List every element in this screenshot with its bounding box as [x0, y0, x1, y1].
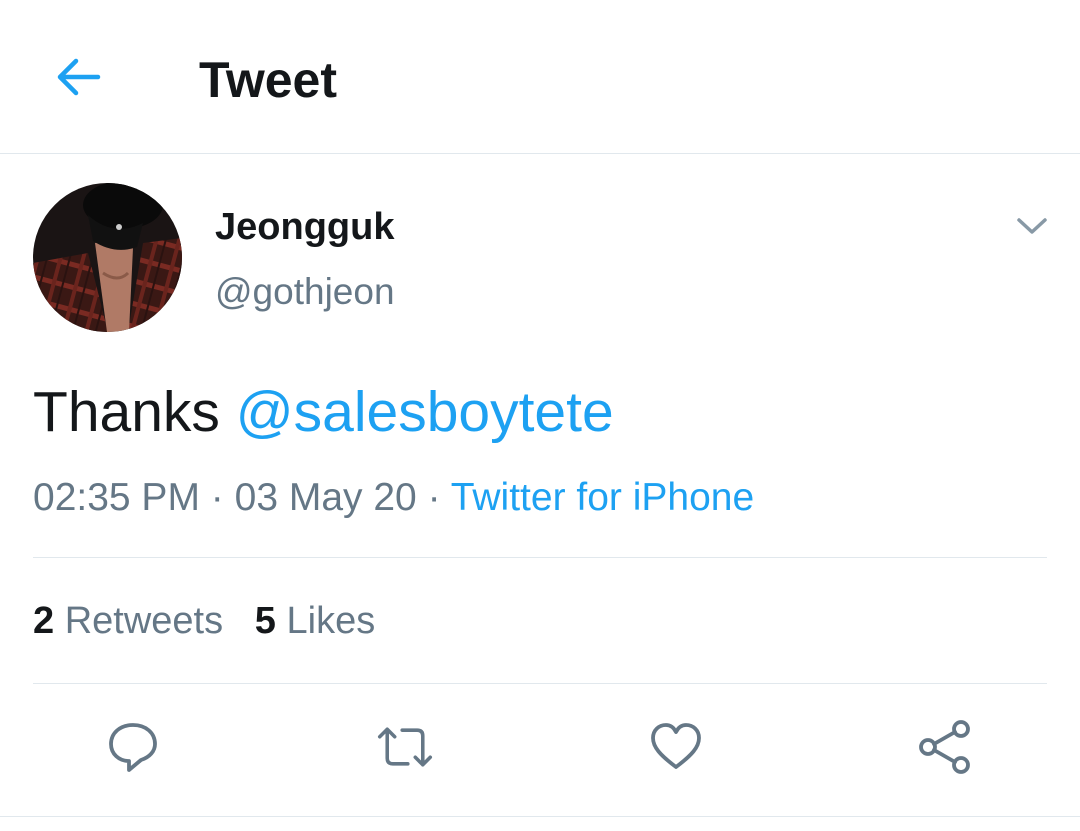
- divider: [33, 683, 1047, 684]
- tweet-date: 03 May 20: [234, 476, 417, 519]
- share-button[interactable]: [916, 718, 974, 776]
- app-header: Tweet: [0, 0, 1080, 154]
- avatar-photo: [33, 183, 182, 332]
- back-arrow-icon: [57, 58, 101, 96]
- likes-stat[interactable]: 5 Likes: [255, 600, 375, 642]
- retweets-count: 2: [33, 600, 55, 642]
- author-name[interactable]: Jeongguk: [215, 205, 394, 249]
- avatar[interactable]: [33, 183, 182, 332]
- tweet-source-link[interactable]: Twitter for iPhone: [451, 476, 754, 519]
- retweets-label: Retweets: [64, 600, 224, 642]
- meta-separator: ·: [427, 476, 441, 519]
- reply-button[interactable]: [104, 718, 162, 776]
- tweet-options-button[interactable]: [1012, 208, 1052, 244]
- reply-icon: [109, 723, 157, 772]
- likes-label: Likes: [286, 600, 376, 642]
- tweet-time: 02:35 PM: [33, 476, 200, 519]
- tweet-body: Thanks: [33, 380, 220, 444]
- like-button[interactable]: [647, 718, 705, 776]
- tweet-stats: 2 Retweets 5 Likes: [33, 598, 375, 644]
- mention-link[interactable]: @salesboytete: [236, 380, 614, 444]
- chevron-down-icon: [1017, 218, 1047, 234]
- retweet-button[interactable]: [376, 718, 434, 776]
- page-title: Tweet: [199, 52, 337, 108]
- meta-separator: ·: [210, 476, 224, 519]
- tweet-meta: 02:35 PM · 03 May 20 · Twitter for iPhon…: [33, 475, 754, 521]
- back-button[interactable]: [48, 50, 106, 104]
- retweet-icon: [377, 727, 433, 767]
- share-icon: [919, 720, 970, 774]
- author-handle[interactable]: @gothjeon: [215, 270, 395, 314]
- tweet-text: Thanks @salesboytete: [33, 380, 614, 444]
- divider: [33, 557, 1047, 558]
- divider: [0, 816, 1080, 817]
- retweets-stat[interactable]: 2 Retweets: [33, 600, 223, 642]
- heart-icon: [651, 723, 701, 769]
- likes-count: 5: [254, 600, 276, 642]
